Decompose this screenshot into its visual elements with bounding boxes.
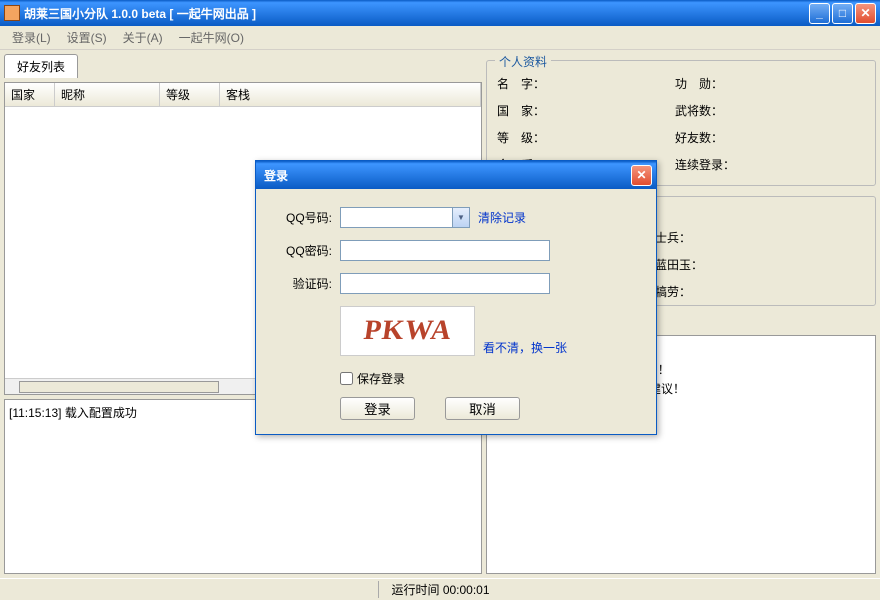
dialog-titlebar[interactable]: 登录 ✕ — [256, 161, 656, 189]
close-button[interactable]: ✕ — [855, 3, 876, 24]
status-label: 运行时间 — [391, 583, 439, 597]
col-level[interactable]: 等级 — [160, 83, 220, 106]
pw-label: QQ密码: — [276, 242, 332, 259]
tab-friends[interactable]: 好友列表 — [4, 54, 78, 78]
col-country[interactable]: 国家 — [5, 83, 55, 106]
qq-dropdown-icon[interactable]: ▼ — [452, 208, 469, 227]
cancel-button[interactable]: 取消 — [445, 397, 520, 420]
minimize-button[interactable]: _ — [809, 3, 830, 24]
captcha-text: PKWA — [361, 315, 453, 347]
dialog-title: 登录 — [264, 167, 631, 184]
password-input[interactable] — [340, 240, 550, 261]
status-bar: 运行时间 00:00:01 — [0, 578, 880, 600]
login-dialog: 登录 ✕ QQ号码: ▼ 清除记录 QQ密码: 验证码: PKWA 看不清，换一… — [255, 160, 657, 435]
app-icon — [4, 5, 20, 21]
save-login-checkbox[interactable] — [340, 372, 353, 385]
qq-label: QQ号码: — [276, 209, 332, 226]
col-nick[interactable]: 昵称 — [55, 83, 160, 106]
title-bar: 胡莱三国小分队 1.0.0 beta [ 一起牛网出品 ] _ □ ✕ — [0, 0, 880, 26]
label-consecutive: 连续登录： — [675, 156, 735, 173]
label-level: 等 级： — [497, 129, 557, 146]
col-inn[interactable]: 客栈 — [220, 83, 481, 106]
refresh-captcha-link[interactable]: 看不清，换一张 — [483, 339, 567, 356]
captcha-input[interactable] — [340, 273, 550, 294]
dialog-close-button[interactable]: ✕ — [631, 165, 652, 186]
save-login-label: 保存登录 — [357, 370, 405, 387]
label-merit: 功 勋： — [675, 75, 735, 92]
maximize-button[interactable]: □ — [832, 3, 853, 24]
menu-login[interactable]: 登录(L) — [4, 27, 59, 48]
profile-title: 个人资料 — [495, 53, 551, 70]
label-jade: 蓝田玉： — [655, 256, 715, 273]
login-button[interactable]: 登录 — [340, 397, 415, 420]
menu-website[interactable]: 一起牛网(O) — [171, 27, 252, 48]
label-reward: 犒劳： — [655, 283, 715, 300]
label-name: 名 字： — [497, 75, 557, 92]
menu-about[interactable]: 关于(A) — [115, 27, 171, 48]
menu-bar: 登录(L) 设置(S) 关于(A) 一起牛网(O) — [0, 26, 880, 50]
clear-records-link[interactable]: 清除记录 — [478, 209, 526, 226]
window-title: 胡莱三国小分队 1.0.0 beta [ 一起牛网出品 ] — [24, 5, 809, 22]
label-country: 国 家： — [497, 102, 557, 119]
label-generals: 武将数： — [675, 102, 735, 119]
menu-settings[interactable]: 设置(S) — [59, 27, 115, 48]
status-time: 00:00:01 — [443, 583, 490, 597]
captcha-image: PKWA — [340, 306, 475, 356]
captcha-label: 验证码: — [276, 275, 332, 292]
label-soldier: 士兵： — [655, 229, 715, 246]
tab-header: 好友列表 — [4, 54, 482, 78]
label-friends: 好友数： — [675, 129, 735, 146]
qq-input[interactable] — [340, 207, 470, 228]
